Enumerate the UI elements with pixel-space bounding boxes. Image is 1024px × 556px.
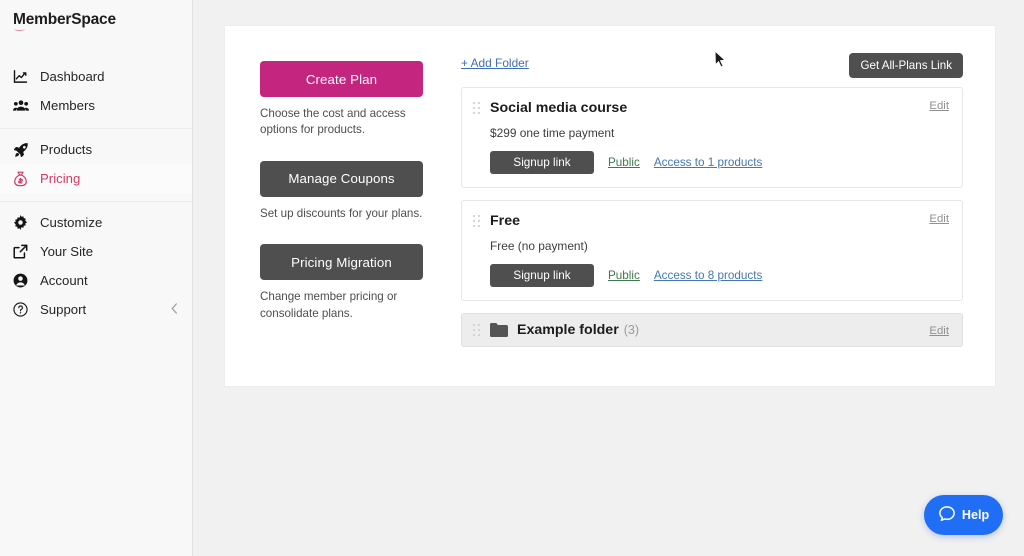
edit-plan-link[interactable]: Edit [929,213,949,225]
folder-row[interactable]: Example folder (3) Edit [461,313,963,347]
plan-card-header: Free [473,213,949,229]
sidebar-group-settings: Customize Your Site Account Support [0,201,192,332]
folder-count: (3) [623,323,640,337]
plan-title: Free [490,213,520,229]
pricing-migration-help: Change member pricing or consolidate pla… [260,290,398,320]
create-plan-help: Choose the cost and access options for p… [260,107,406,137]
sidebar-group-main: Dashboard Members [0,48,192,128]
plans-header: + Add Folder Get All-Plans Link [461,53,963,87]
app-root: MemberSpace Dashboard Members Products P… [0,0,1024,556]
plan-card: Social media course Edit $299 one time p… [461,87,963,188]
sidebar-item-label: Members [40,97,95,113]
pricing-migration-button[interactable]: Pricing Migration [260,244,423,281]
plan-price: $299 one time payment [490,126,615,140]
help-widget-button[interactable]: Help [924,495,1003,535]
drag-handle-icon[interactable] [473,101,482,115]
rocket-icon [12,141,29,158]
plan-actions: Signup link Public Access to 1 products [490,151,949,174]
plan-visibility-link[interactable]: Public [608,156,640,169]
sidebar-item-label: Support [40,301,87,317]
sidebar-item-members[interactable]: Members [0,91,192,120]
sidebar-item-account[interactable]: Account [0,266,192,295]
sidebar-item-support[interactable]: Support [0,295,192,324]
folder-name: Example folder [517,322,619,338]
sidebar: MemberSpace Dashboard Members Products P… [0,0,193,556]
pricing-panel: Create Plan Choose the cost and access o… [224,25,996,387]
money-bag-icon [12,170,29,187]
sidebar-item-products[interactable]: Products [0,135,192,164]
manage-coupons-help: Set up discounts for your plans. [260,206,423,220]
sidebar-item-pricing[interactable]: Pricing [0,164,192,193]
sidebar-group-catalog: Products Pricing [0,128,192,201]
edit-plan-link[interactable]: Edit [929,100,949,112]
external-link-icon [12,243,29,260]
brand-logo[interactable]: MemberSpace [0,0,192,48]
sidebar-item-label: Pricing [40,170,81,186]
folder-icon [490,323,508,337]
sidebar-item-label: Dashboard [40,68,105,84]
gear-icon [12,214,29,231]
edit-folder-link[interactable]: Edit [929,325,949,337]
users-icon [12,97,29,114]
sidebar-item-your-site[interactable]: Your Site [0,237,192,266]
plan-access-link[interactable]: Access to 1 products [654,156,763,169]
brand-swoosh-icon [14,27,25,31]
brand-name: MemberSpace [13,11,116,28]
manage-coupons-button[interactable]: Manage Coupons [260,160,423,197]
help-widget-label: Help [961,508,990,522]
drag-handle-icon[interactable] [473,323,482,337]
signup-link-button[interactable]: Signup link [490,264,594,287]
sidebar-item-label: Products [40,141,93,157]
plan-title: Social media course [490,100,628,116]
signup-link-button[interactable]: Signup link [490,151,594,174]
user-circle-icon [12,272,29,289]
sidebar-item-label: Account [40,272,88,288]
question-circle-icon [12,301,29,318]
chevron-left-icon[interactable] [170,302,179,317]
sidebar-item-label: Customize [40,214,103,230]
plan-visibility-link[interactable]: Public [608,269,640,282]
sidebar-item-customize[interactable]: Customize [0,208,192,237]
plan-price: Free (no payment) [490,239,588,253]
plan-actions: Signup link Public Access to 8 products [490,264,949,287]
create-plan-button[interactable]: Create Plan [260,61,423,97]
plan-card-header: Social media course [473,100,949,116]
plan-card: Free Edit Free (no payment) Signup link … [461,200,963,301]
get-all-plans-link-button[interactable]: Get All-Plans Link [849,53,963,78]
actions-column: Create Plan Choose the cost and access o… [260,53,423,386]
plan-access-link[interactable]: Access to 8 products [654,269,763,282]
sidebar-item-label: Your Site [40,243,94,259]
chat-bubble-icon [938,505,956,526]
main-content: Create Plan Choose the cost and access o… [193,0,1024,556]
chart-line-icon [12,68,29,85]
add-folder-link[interactable]: + Add Folder [461,53,529,70]
sidebar-item-dashboard[interactable]: Dashboard [0,62,192,91]
plans-column: + Add Folder Get All-Plans Link Social m… [461,53,963,386]
drag-handle-icon[interactable] [473,214,482,228]
